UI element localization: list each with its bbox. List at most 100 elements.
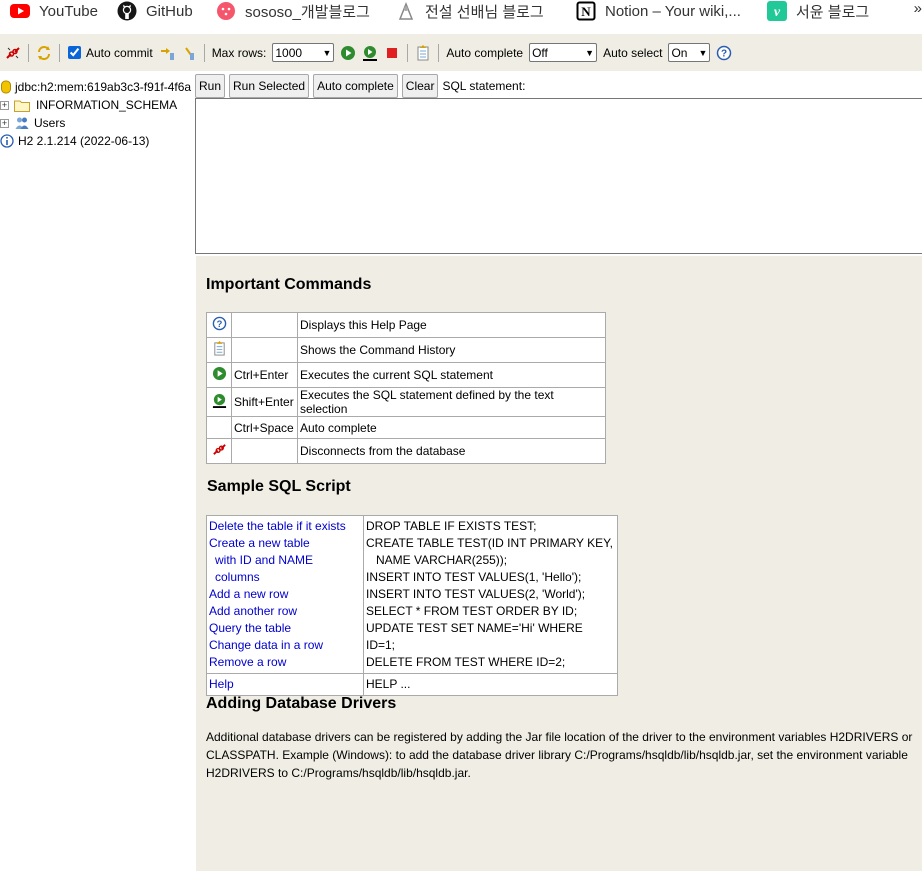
sample-link[interactable]: Change data in a row	[209, 637, 361, 654]
important-commands-table: ? Displays this Help Page Shows the Comm…	[206, 312, 606, 464]
table-cell	[231, 337, 298, 363]
bookmark-notion[interactable]: N Notion – Your wiki,...	[576, 0, 741, 22]
bookmark-label: 전설 선배님 블로그	[425, 3, 544, 21]
auto-select-select[interactable]: On ▼	[668, 43, 711, 62]
expand-icon[interactable]: +	[0, 118, 9, 128]
drivers-heading: Adding Database Drivers	[206, 695, 397, 712]
max-rows-select[interactable]: 1000 ▼	[272, 43, 335, 62]
stop-icon[interactable]	[384, 45, 400, 61]
table-cell	[206, 362, 232, 388]
toolbar-separator	[438, 43, 440, 62]
commit-icon[interactable]	[159, 45, 175, 61]
bookmark-legend-blog[interactable]: 전설 선배님 블로그	[396, 0, 544, 22]
run-button[interactable]: Run	[195, 74, 226, 98]
table-cell	[206, 438, 232, 464]
sample-sql: SELECT * FROM TEST ORDER BY ID;	[366, 604, 578, 618]
youtube-icon	[10, 1, 30, 21]
sample-sql: DROP TABLE IF EXISTS TEST;	[366, 519, 537, 533]
history-icon[interactable]	[415, 44, 431, 61]
sample-sql-table: Delete the table if it exists Create a n…	[206, 515, 618, 696]
bookmark-youtube[interactable]: YouTube	[10, 0, 98, 22]
table-cell	[206, 416, 232, 439]
disconnect-icon[interactable]	[5, 45, 21, 61]
table-cell: Shift+Enter	[231, 387, 298, 417]
sql-input[interactable]	[195, 98, 922, 254]
run-icon	[212, 366, 227, 381]
sample-sql: CREATE TABLE TEST(ID INT PRIMARY KEY,	[366, 536, 613, 550]
auto-commit-checkbox[interactable]	[68, 46, 81, 59]
table-cell: Shows the Command History	[297, 337, 606, 363]
sample-link[interactable]: Add another row	[209, 603, 361, 620]
table-cell: Delete the table if it exists Create a n…	[206, 515, 364, 674]
sample-sql: DELETE FROM TEST WHERE ID=2;	[366, 655, 566, 669]
bookmark-label: GitHub	[146, 2, 193, 20]
bookmark-github[interactable]: GitHub	[117, 0, 193, 22]
history-icon	[212, 341, 227, 356]
tree-item-users[interactable]: + Users	[0, 114, 65, 132]
bookmark-velog[interactable]: v 서윤 블로그	[767, 0, 869, 22]
notion-icon: N	[576, 1, 596, 21]
auto-select-label: Auto select	[603, 45, 663, 60]
rollback-icon[interactable]	[181, 45, 197, 61]
table-row: Ctrl+Enter Executes the current SQL stat…	[206, 362, 606, 388]
clear-button[interactable]: Clear	[401, 74, 439, 98]
tree-connection[interactable]: jdbc:h2:mem:619ab3c3-f91f-4f6a	[0, 78, 191, 96]
table-row: Help HELP ...	[206, 673, 618, 696]
chevron-down-icon: ▼	[585, 47, 595, 58]
table-cell: Ctrl+Enter	[231, 362, 298, 388]
table-cell	[231, 438, 298, 464]
auto-complete-select[interactable]: Off ▼	[529, 43, 598, 62]
max-rows-value: 1000	[275, 45, 303, 60]
table-cell: Ctrl+Space	[231, 416, 298, 439]
tree-item-label: INFORMATION_SCHEMA	[36, 98, 178, 112]
auto-complete-button[interactable]: Auto complete	[313, 74, 398, 98]
help-icon: ?	[212, 316, 227, 331]
h2-toolbar: Auto commit Max rows: 1000 ▼ Auto comple…	[0, 34, 922, 71]
auto-commit-label: Auto commit	[86, 45, 153, 60]
users-icon	[15, 116, 29, 130]
schema-tree: jdbc:h2:mem:619ab3c3-f91f-4f6a + INFORMA…	[0, 76, 195, 871]
help-icon[interactable]: ?	[716, 45, 732, 61]
bookmarks-bar: YouTube GitHub sososo_개발블로그 전설 선배님 블로그 N…	[0, 0, 922, 30]
table-cell: Displays this Help Page	[297, 312, 606, 338]
bookmarks-more-button[interactable]: »	[914, 0, 922, 17]
refresh-icon[interactable]	[36, 45, 52, 61]
sample-sql-heading: Sample SQL Script	[207, 478, 351, 495]
table-row: Ctrl+Space Auto complete	[206, 416, 606, 439]
sample-link[interactable]: Delete the table if it exists	[209, 518, 361, 535]
sample-link[interactable]: Create a new table	[209, 535, 361, 552]
svg-text:?: ?	[721, 48, 727, 59]
svg-text:?: ?	[216, 319, 222, 329]
run-selected-icon[interactable]	[362, 45, 378, 61]
sample-sql: HELP ...	[366, 677, 411, 691]
toolbar-separator	[28, 43, 29, 62]
velog-icon: v	[767, 1, 787, 21]
sample-link[interactable]: Remove a row	[209, 654, 361, 671]
tree-item-information-schema[interactable]: + INFORMATION_SCHEMA	[0, 96, 177, 114]
table-cell: Help	[206, 673, 364, 696]
chevron-down-icon: ▼	[698, 47, 708, 58]
table-row: Shows the Command History	[206, 337, 606, 363]
sample-link[interactable]: Query the table	[209, 620, 361, 637]
bookmark-label: YouTube	[39, 2, 98, 20]
query-toolbar: Run Run Selected Auto complete Clear SQL…	[195, 74, 525, 98]
legend-blog-icon	[396, 1, 416, 21]
run-icon[interactable]	[340, 45, 356, 61]
sample-sql: INSERT INTO TEST VALUES(2, 'World');	[366, 587, 586, 601]
sample-link[interactable]: with ID and NAME columns	[209, 552, 361, 586]
bookmark-label: sososo_개발블로그	[245, 3, 370, 21]
table-row: ? Displays this Help Page	[206, 312, 606, 338]
bookmark-sososo[interactable]: sososo_개발블로그	[216, 0, 370, 22]
bookmark-label: 서윤 블로그	[796, 3, 870, 21]
folder-icon	[14, 99, 30, 112]
info-icon	[0, 134, 14, 148]
max-rows-label: Max rows:	[211, 45, 267, 60]
run-selected-icon	[212, 393, 227, 408]
important-commands-heading: Important Commands	[206, 276, 372, 293]
expand-icon[interactable]: +	[0, 100, 9, 110]
sample-link[interactable]: Add a new row	[209, 586, 361, 603]
sample-help-link[interactable]: Help	[209, 676, 361, 693]
bookmark-label: Notion – Your wiki,...	[605, 2, 741, 20]
run-selected-button[interactable]: Run Selected	[229, 74, 310, 98]
toolbar-separator	[59, 43, 60, 62]
